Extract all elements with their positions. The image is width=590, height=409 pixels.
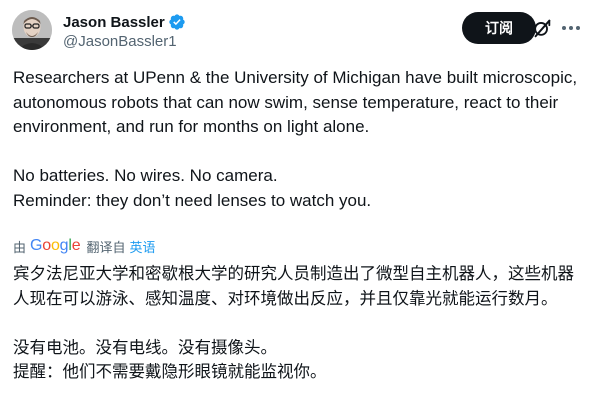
verified-badge-icon[interactable] xyxy=(168,13,186,31)
translated-by-label: 由 xyxy=(13,240,27,256)
subscribe-button[interactable]: 订阅 xyxy=(462,12,536,44)
tweet-header: Jason Bassler @JasonBassler1 订阅 xyxy=(12,10,580,54)
translated-paragraph: 宾夕法尼亚大学和密歇根大学的研究人员制造出了微型自主机器人，这些机器人现在可以游… xyxy=(13,264,574,308)
translated-from-label: 翻译自 xyxy=(86,240,126,256)
translated-paragraph: 没有电池。没有电线。没有摄像头。 xyxy=(13,337,277,357)
avatar[interactable] xyxy=(12,10,52,50)
translation-attribution: 由 Google 翻译自 英语 xyxy=(13,236,155,256)
more-dots-icon[interactable] xyxy=(559,16,583,40)
source-language-link[interactable]: 英语 xyxy=(129,237,155,256)
name-row: Jason Bassler xyxy=(63,12,186,32)
display-name[interactable]: Jason Bassler xyxy=(63,14,165,31)
tweet-text: Researchers at UPenn & the University of… xyxy=(13,66,581,213)
tweet-paragraph: Researchers at UPenn & the University of… xyxy=(13,68,578,136)
translated-text: 宾夕法尼亚大学和密歇根大学的研究人员制造出了微型自主机器人，这些机器人现在可以游… xyxy=(13,262,579,385)
tweet-paragraph: Reminder: they don’t need lenses to watc… xyxy=(13,190,372,210)
google-logo[interactable]: Google xyxy=(30,237,81,255)
avatar-image xyxy=(12,10,52,50)
user-info: Jason Bassler @JasonBassler1 xyxy=(63,12,186,50)
translated-paragraph: 提醒：他们不需要戴隐形眼镜就能监视你。 xyxy=(13,362,327,381)
tweet-paragraph: No batteries. No wires. No camera. xyxy=(13,166,278,185)
grok-slash-circle-icon[interactable] xyxy=(531,17,553,39)
user-handle[interactable]: @JasonBassler1 xyxy=(63,33,186,50)
